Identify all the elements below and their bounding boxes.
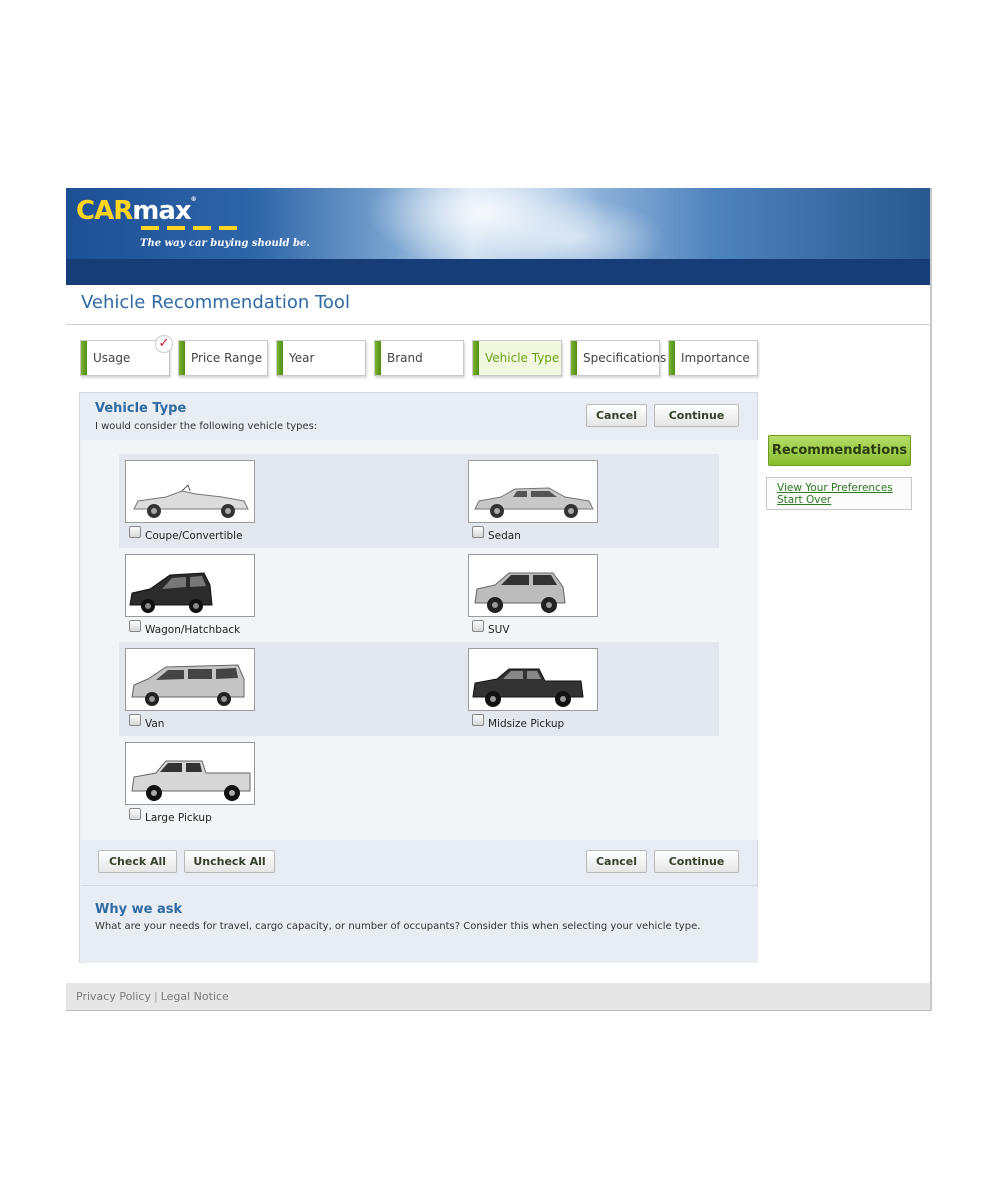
step-label: Usage: [93, 351, 131, 365]
vehicle-option-van: Van: [119, 642, 359, 732]
step-label: Year: [289, 351, 315, 365]
vehicle-checkbox[interactable]: [472, 714, 484, 726]
vehicle-grid: Coupe/Convertible Sedan Wagon/Hatchback …: [81, 440, 758, 840]
step-label: Specifications: [583, 351, 667, 365]
sedan-car-image[interactable]: [468, 460, 598, 523]
checkmark-icon: ✓: [155, 335, 173, 353]
vehicle-label: Coupe/Convertible: [145, 530, 243, 542]
vehicle-option-midsize-pickup: Midsize Pickup: [462, 642, 702, 732]
vehicle-checkbox[interactable]: [472, 620, 484, 632]
step-label: Price Range: [191, 351, 263, 365]
midsize-pickup-image[interactable]: [468, 648, 598, 711]
step-year[interactable]: Year: [276, 340, 366, 376]
why-title: Why we ask: [95, 902, 183, 917]
sidebar-links: View Your Preferences Start Over: [766, 477, 912, 510]
vehicle-checkbox[interactable]: [472, 526, 484, 538]
step-importance[interactable]: Importance: [668, 340, 758, 376]
start-over-link[interactable]: Start Over: [777, 494, 911, 506]
vehicle-label: Sedan: [488, 530, 521, 542]
vehicle-checkbox[interactable]: [129, 620, 141, 632]
uncheck-all-button[interactable]: Uncheck All: [184, 850, 275, 873]
suv-car-image[interactable]: [468, 554, 598, 617]
panel-title: Vehicle Type: [95, 401, 187, 416]
step-label: Brand: [387, 351, 423, 365]
privacy-policy-link[interactable]: Privacy Policy: [76, 990, 151, 1003]
vehicle-label: Van: [145, 718, 165, 730]
vehicle-label: Wagon/Hatchback: [145, 624, 241, 636]
vehicle-checkbox[interactable]: [129, 714, 141, 726]
view-preferences-link[interactable]: View Your Preferences: [777, 482, 911, 494]
carmax-logo[interactable]: CARmax®: [76, 196, 197, 226]
header-banner: CARmax® The way car buying should be.: [66, 188, 930, 259]
vehicle-type-panel: Vehicle Type I would consider the follow…: [79, 392, 758, 963]
vehicle-checkbox[interactable]: [129, 526, 141, 538]
check-all-button[interactable]: Check All: [98, 850, 177, 873]
step-usage[interactable]: Usage ✓: [80, 335, 173, 376]
footer: Privacy Policy | Legal Notice: [66, 983, 930, 1010]
title-divider: [66, 324, 930, 325]
why-we-ask-section: Why we ask What are your needs for trave…: [81, 885, 758, 963]
panel-subtitle: I would consider the following vehicle t…: [95, 421, 318, 432]
step-label: Vehicle Type: [485, 351, 560, 365]
step-specifications[interactable]: Specifications: [570, 340, 666, 376]
cancel-button-bottom[interactable]: Cancel: [586, 850, 647, 873]
why-text: What are your needs for travel, cargo ca…: [95, 921, 701, 932]
vehicle-label: Midsize Pickup: [488, 718, 565, 730]
tagline: The way car buying should be.: [140, 238, 310, 249]
logo-dashes: [141, 226, 238, 230]
vehicle-label: Large Pickup: [145, 812, 212, 824]
navigation-bar: [66, 259, 930, 285]
cancel-button-top[interactable]: Cancel: [586, 404, 647, 427]
recommendations-button[interactable]: Recommendations: [768, 435, 911, 466]
convertible-car-image[interactable]: [125, 460, 255, 523]
step-label: Importance: [681, 351, 750, 365]
step-brand[interactable]: Brand: [374, 340, 464, 376]
vehicle-option-coupe-convertible: Coupe/Convertible: [119, 454, 359, 544]
vehicle-label: SUV: [488, 624, 510, 636]
vehicle-option-large-pickup: Large Pickup: [119, 736, 359, 826]
hatchback-car-image[interactable]: [125, 554, 255, 617]
vehicle-option-wagon-hatchback: Wagon/Hatchback: [119, 548, 359, 638]
footer-separator: |: [153, 990, 158, 1003]
registered-mark: ®: [190, 196, 197, 203]
logo-max-text: max: [132, 196, 191, 226]
vehicle-checkbox[interactable]: [129, 808, 141, 820]
continue-button-top[interactable]: Continue: [654, 404, 739, 427]
large-pickup-image[interactable]: [125, 742, 255, 805]
vehicle-option-suv: SUV: [462, 548, 702, 638]
logo-car-text: CAR: [76, 196, 133, 226]
page-frame: CARmax® The way car buying should be. Ve…: [66, 188, 932, 1011]
vehicle-option-sedan: Sedan: [462, 454, 702, 544]
legal-notice-link[interactable]: Legal Notice: [161, 990, 229, 1003]
step-vehicle-type[interactable]: Vehicle Type: [472, 340, 562, 376]
continue-button-bottom[interactable]: Continue: [654, 850, 739, 873]
page-title: Vehicle Recommendation Tool: [81, 292, 350, 313]
step-price-range[interactable]: Price Range: [178, 340, 268, 376]
van-car-image[interactable]: [125, 648, 255, 711]
